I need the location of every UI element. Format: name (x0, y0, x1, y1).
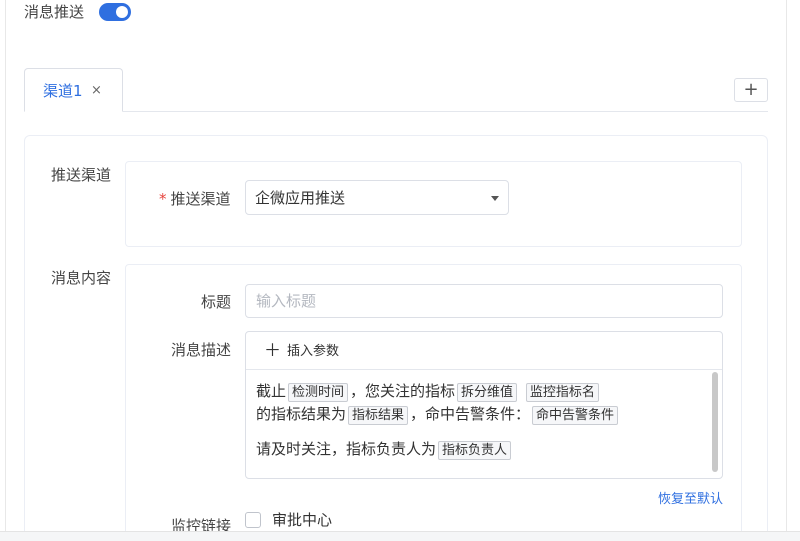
panel-right-border (786, 0, 787, 532)
desc-text: 的指标结果为 (256, 405, 347, 423)
viewport-bottom-bar (0, 532, 800, 541)
push-label: 消息推送 (24, 3, 85, 21)
plus-icon: ＋ (264, 341, 281, 361)
approval-center-label[interactable]: 审批中心 (272, 511, 332, 529)
title-label: 标题 (201, 293, 232, 311)
required-mark: * (159, 190, 167, 208)
desc-line-3: 请及时关注，指标负责人为 指标负责人 (256, 438, 711, 461)
param-tag[interactable]: 检测时间 (288, 383, 349, 402)
param-tag[interactable]: 命中告警条件 (532, 406, 619, 425)
close-icon[interactable]: × (91, 82, 102, 100)
tab-channel-1[interactable]: 渠道1 × (24, 68, 123, 112)
desc-line-2: 的指标结果为 指标结果 ，命中告警条件： 命中告警条件 (256, 403, 711, 426)
editor-body[interactable]: 截止 检测时间 ，您关注的指标 拆分维值 监控指标名 的指标结果为 指标结果 ，命中告警条… (256, 380, 711, 461)
editor-scrollbar[interactable] (712, 372, 718, 472)
desc-gap (256, 426, 711, 438)
editor-toolbar: ＋ 插入参数 (246, 332, 722, 370)
channel-field-label: * 推送渠道 (159, 190, 231, 208)
restore-default-link[interactable]: 恢复至默认 (658, 491, 723, 509)
desc-text: ，您关注的指标 (350, 382, 456, 400)
content-section-label: 消息内容 (51, 269, 112, 287)
desc-line-1: 截止 检测时间 ，您关注的指标 拆分维值 监控指标名 (256, 380, 711, 403)
caret-down-icon (491, 196, 499, 201)
tab-label: 渠道1 (43, 82, 83, 100)
param-tag[interactable]: 拆分维值 (457, 383, 518, 402)
param-tag[interactable]: 指标结果 (348, 406, 409, 425)
push-toggle[interactable] (99, 3, 131, 21)
channel-select-value: 企微应用推送 (255, 189, 346, 207)
channel-field-text: 推送渠道 (170, 190, 231, 208)
insert-param-button[interactable]: ＋ 插入参数 (264, 342, 339, 361)
param-tag[interactable]: 监控指标名 (525, 383, 599, 402)
title-input[interactable] (245, 284, 723, 318)
channel-section-label: 推送渠道 (51, 166, 112, 184)
desc-text: ，命中告警条件： (410, 405, 531, 423)
desc-editor[interactable]: ＋ 插入参数 截止 检测时间 ，您关注的指标 拆分维值 监控指标名 的指标结果为 指标结果… (245, 331, 723, 479)
toggle-knob (116, 6, 128, 18)
channel-select[interactable]: 企微应用推送 (245, 180, 509, 215)
tabs-divider (123, 111, 768, 112)
desc-text: 请及时关注，指标负责人为 (256, 440, 437, 458)
panel-left-border (5, 0, 6, 532)
desc-text: 截止 (256, 382, 287, 400)
param-tag[interactable]: 指标负责人 (438, 441, 512, 460)
add-tab-button[interactable]: + (734, 78, 768, 102)
approval-center-checkbox[interactable] (245, 512, 261, 528)
desc-label: 消息描述 (171, 341, 232, 359)
insert-param-label: 插入参数 (287, 344, 340, 359)
plus-icon: + (743, 79, 759, 100)
